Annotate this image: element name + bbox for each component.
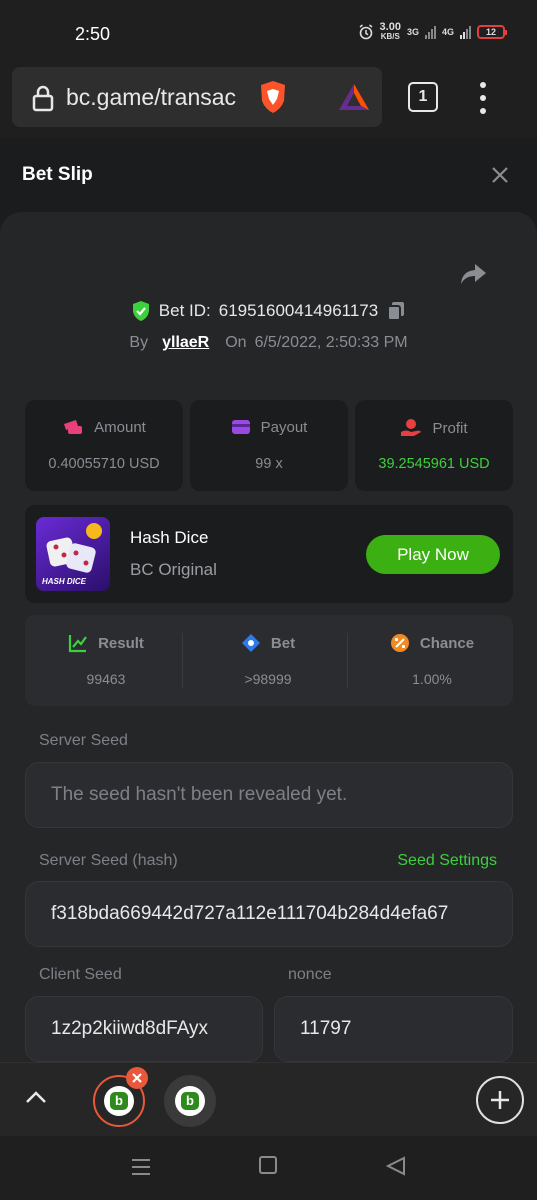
target-icon bbox=[241, 634, 260, 652]
close-tab-icon[interactable] bbox=[126, 1067, 148, 1089]
client-seed-field[interactable]: 1z2p2kiiwd8dFAyx bbox=[25, 996, 263, 1062]
brave-rewards-icon[interactable] bbox=[337, 82, 371, 112]
brave-shields-icon[interactable] bbox=[257, 79, 289, 115]
result-value: 99463 bbox=[86, 671, 126, 687]
profit-stat: Profit 39.2545961 USD bbox=[355, 400, 513, 491]
new-tab-button[interactable] bbox=[476, 1076, 524, 1124]
bet-value: >98999 bbox=[244, 671, 292, 687]
share-icon[interactable] bbox=[459, 262, 487, 286]
result-col: Result 99463 bbox=[25, 615, 187, 706]
chance-value: 1.00% bbox=[412, 671, 452, 687]
status-bar: 2:50 3.00 KB/S 3G 4G 12 bbox=[0, 0, 537, 66]
thumb-text: HASH DICE bbox=[42, 577, 87, 586]
bet-col: Bet >98999 bbox=[187, 615, 349, 706]
plus-icon bbox=[491, 1091, 509, 1109]
signal-bars-1-icon bbox=[424, 25, 436, 39]
recents-icon[interactable] bbox=[131, 1158, 151, 1176]
dice-icon: HASH DICE bbox=[42, 523, 102, 586]
browser-menu-button[interactable] bbox=[472, 82, 494, 114]
profit-label: Profit bbox=[432, 419, 468, 437]
payout-label: Payout bbox=[260, 418, 308, 436]
browser-toolbar: bc.game/transac 1 bbox=[0, 66, 537, 138]
bc-game-icon: b bbox=[175, 1086, 205, 1116]
divider bbox=[347, 633, 348, 688]
username-link[interactable]: yllaeR bbox=[162, 334, 209, 352]
amount-value: 0.40055710 USD bbox=[48, 456, 160, 472]
bet-slip-page: Bet Slip Bet ID: 61951600414961173 By yl… bbox=[0, 138, 537, 1062]
seed-settings-link[interactable]: Seed Settings bbox=[397, 852, 497, 870]
amount-stat: Amount 0.40055710 USD bbox=[25, 400, 183, 491]
battery-level: 12 bbox=[485, 27, 496, 37]
wallet-icon bbox=[231, 420, 250, 434]
nonce-field[interactable]: 11797 bbox=[274, 996, 513, 1062]
chance-col: Chance 1.00% bbox=[351, 615, 513, 706]
payout-stat: Payout 99 x bbox=[190, 400, 348, 491]
server-hash-field[interactable]: f318bda669442d727a112e111704b284d4efa67 bbox=[25, 881, 513, 947]
network-speed-unit: KB/S bbox=[380, 32, 400, 41]
bet-id-row: Bet ID: 61951600414961173 bbox=[0, 300, 537, 322]
lock-icon bbox=[32, 85, 54, 112]
signal-bars-2-icon bbox=[460, 25, 471, 39]
game-subtitle: BC Original bbox=[130, 560, 217, 579]
percent-icon bbox=[390, 634, 409, 652]
system-nav-bar bbox=[0, 1136, 537, 1200]
tab-bc-game[interactable]: b bbox=[164, 1075, 216, 1127]
nonce-label: nonce bbox=[288, 966, 332, 983]
battery-icon: 12 bbox=[477, 25, 507, 39]
bet-id-value: 61951600414961173 bbox=[218, 301, 379, 320]
status-icons: 3.00 KB/S 3G 4G 12 bbox=[358, 22, 507, 42]
play-now-button[interactable]: Play Now bbox=[366, 535, 500, 574]
hand-coin-icon bbox=[401, 419, 422, 436]
bc-game-icon: b bbox=[104, 1086, 134, 1116]
chart-trend-icon bbox=[68, 635, 87, 653]
client-seed-label: Client Seed bbox=[39, 966, 122, 983]
clock: 2:50 bbox=[75, 24, 111, 44]
game-thumbnail[interactable]: HASH DICE bbox=[36, 517, 110, 591]
browser-bottom-bar: b b bbox=[0, 1062, 537, 1136]
game-name: Hash Dice bbox=[130, 528, 209, 547]
page-title: Bet Slip bbox=[22, 164, 93, 185]
bet-meta-row: By yllaeR On 6/5/2022, 2:50:33 PM bbox=[0, 334, 537, 352]
url-text: bc.game/transac bbox=[66, 84, 237, 110]
bet-date: 6/5/2022, 2:50:33 PM bbox=[254, 334, 408, 351]
result-panel: Result 99463 Bet >98999 Chance 1.00% bbox=[25, 615, 513, 706]
bet-id-label: Bet ID: bbox=[158, 301, 211, 320]
signal-type-2: 4G bbox=[441, 27, 454, 37]
profit-value: 39.2545961 USD bbox=[378, 456, 490, 472]
back-icon[interactable] bbox=[386, 1156, 406, 1176]
game-card: HASH DICE Hash Dice BC Original Play Now bbox=[25, 505, 513, 603]
chevron-up-icon[interactable] bbox=[24, 1089, 48, 1105]
server-seed-field[interactable]: The seed hasn't been revealed yet. bbox=[25, 762, 513, 828]
amount-label: Amount bbox=[94, 418, 146, 436]
network-speed: 3.00 KB/S bbox=[380, 22, 401, 42]
payout-value: 99 x bbox=[255, 456, 283, 472]
network-speed-value: 3.00 bbox=[379, 21, 401, 33]
home-icon[interactable] bbox=[259, 1156, 277, 1174]
copy-icon[interactable] bbox=[386, 300, 406, 322]
divider bbox=[182, 633, 183, 688]
bet-label: Bet bbox=[270, 634, 296, 652]
signal-type-1: 3G bbox=[406, 27, 419, 37]
on-label: On bbox=[225, 334, 247, 351]
by-label: By bbox=[129, 334, 149, 351]
close-icon[interactable] bbox=[489, 164, 511, 186]
money-icon bbox=[64, 420, 83, 434]
alarm-icon bbox=[359, 24, 373, 40]
server-seed-label: Server Seed bbox=[39, 732, 128, 749]
chance-label: Chance bbox=[419, 634, 475, 652]
result-label: Result bbox=[98, 634, 144, 652]
shield-check-icon bbox=[132, 301, 149, 321]
server-hash-label: Server Seed (hash) bbox=[39, 852, 178, 869]
tab-switcher-button[interactable]: 1 bbox=[408, 82, 438, 112]
address-bar[interactable]: bc.game/transac bbox=[12, 67, 382, 127]
